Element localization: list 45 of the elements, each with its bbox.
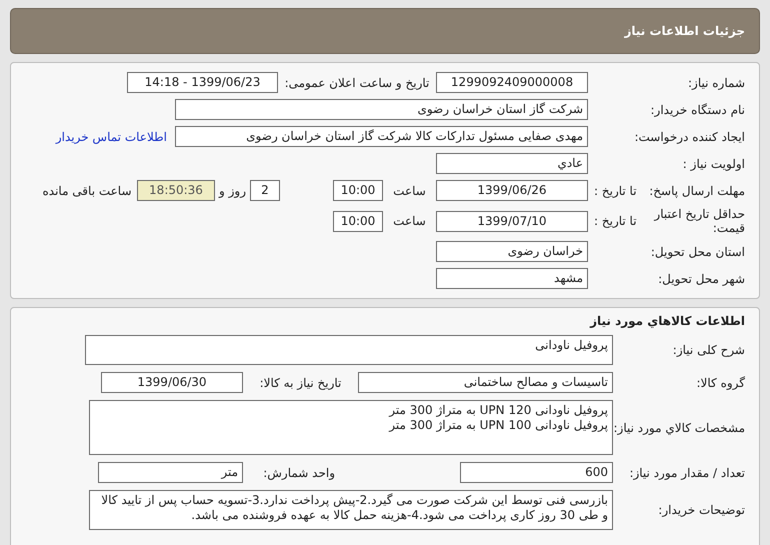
time-field: 10:00 (333, 210, 383, 232)
field-label: ساعت (392, 184, 427, 198)
field-label: مشخصات کالاي مورد نياز: (613, 420, 745, 434)
field-label: تاریخ و ساعت اعلان عمومی: (284, 76, 430, 90)
field-label: اولویت نیاز : (682, 156, 745, 170)
contact-link[interactable]: اطلاعات تماس خریدار (56, 130, 167, 144)
field-label: شماره نیاز: (688, 76, 745, 90)
field-label: تاریخ نیاز به کالا: (258, 376, 342, 390)
unit-field: متر (98, 462, 243, 483)
city-field: مشهد (436, 268, 588, 289)
field-label: واحد شمارش: (262, 466, 336, 480)
field-label: شرح کلی نیاز: (672, 343, 745, 357)
field-label: گروه کالا: (696, 376, 745, 390)
province-field: خراسان رضوی (436, 241, 588, 262)
field-label: استان محل تحویل: (650, 244, 745, 258)
field-label: مهلت ارسال پاسخ: (649, 184, 745, 198)
field-label: تا تاریخ : (593, 184, 637, 198)
field-label: شهر محل تحویل: (658, 272, 745, 286)
date-field: 1399/06/26 (436, 180, 588, 201)
time-field: 10:00 (333, 180, 383, 201)
field-label: حداقل تاریخ اعتبار قیمت: (652, 207, 745, 235)
description-field: پروفیل ناودانی (85, 335, 613, 365)
field-label: روز و (218, 184, 247, 198)
days-field: 2 (250, 180, 280, 201)
announce-date-field: 1399/06/23 - 14:18 (127, 72, 278, 93)
creator-field: مهدی صفایی مسئول تدارکات کالا شرکت گاز استان خراسان رضوی (175, 126, 588, 147)
field-label: ساعت باقی مانده (41, 184, 133, 198)
field-label: ساعت (392, 214, 427, 228)
need-number-field: 1299092409000008 (436, 72, 588, 93)
field-label: توضیحات خریدار: (658, 503, 745, 517)
field-label: ایجاد کننده درخواست: (634, 130, 745, 144)
specs-field: پروفیل ناودانی UPN 120 به متراژ 300 متر پروفیل ناودانی UPN 100 به متراژ 300 متر (89, 400, 613, 455)
field-label: تا تاریخ : (593, 214, 637, 228)
remaining-time-field: 18:50:36 (137, 180, 215, 201)
date-field: 1399/07/10 (436, 210, 588, 232)
buyer-notes-field: بازرسی فنی توسط این شرکت صورت می گیرد.2-پیش پرداخت ندارد.3-تسویه حساب پس از تایید کالا و طی 30 روز کاری پرداخت می شود.4-هزینه حمل کالا به عهده فروشنده می باشد. (89, 490, 613, 530)
page-title: جزئیات اطلاعات نیاز (10, 8, 760, 54)
priority-field: عادي (436, 153, 588, 174)
goods-group-field: تاسیسات و مصالح ساختمانی (358, 372, 613, 393)
section-title: اطلاعات کالاهاي مورد نياز (588, 314, 746, 328)
need-date-field: 1399/06/30 (101, 372, 243, 393)
field-label: نام دستگاه خریدار: (650, 102, 745, 116)
buyer-field: شرکت گاز استان خراسان رضوی (175, 99, 588, 120)
quantity-field: 600 (460, 462, 613, 483)
field-label: تعداد / مقدار مورد نیاز: (629, 466, 745, 480)
